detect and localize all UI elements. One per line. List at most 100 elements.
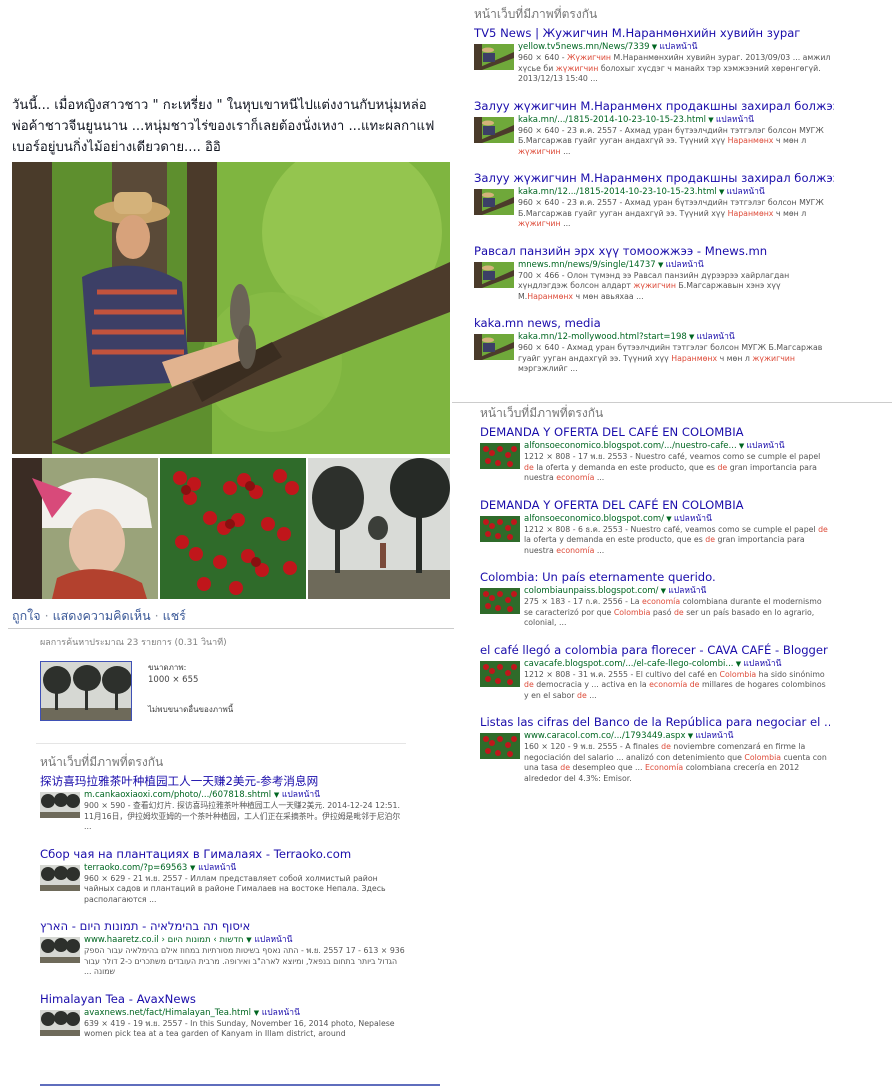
result-title-link[interactable]: DEMANDA Y OFERTA DEL CAFÉ EN COLOMBIA [480, 498, 830, 513]
caret-down-icon[interactable]: ▼ [687, 333, 697, 341]
result-url[interactable]: m.cankaoxiaoxi.com/photo/.../607818.shtm… [84, 790, 410, 801]
result-url[interactable]: alfonsoeconomico.blogspot.com/ ▼ แปลหน้า… [524, 514, 830, 525]
man-in-tree-photo [12, 162, 450, 454]
translate-link[interactable]: แปลหน้านี้ [747, 441, 785, 451]
translate-link[interactable]: แปลหน้านี้ [254, 935, 292, 945]
result-thumbnail[interactable] [480, 443, 520, 469]
result-title-link[interactable]: Залуу жүжигчин М.Наранмөнх продакшны зах… [474, 171, 834, 186]
caret-down-icon[interactable]: ▼ [734, 660, 744, 668]
result-url[interactable]: terraoko.com/?p=69563 ▼ แปลหน้านี้ [84, 863, 410, 874]
post-photo-coffee[interactable] [160, 458, 306, 599]
search-result: Залуу жүжигчин М.Наранмөнх продакшны зах… [474, 99, 834, 158]
result-title-link[interactable]: איסוף תה בהימלאיה - תמונות היום - הארץ [40, 919, 410, 934]
result-snippet: 960 × 640 - 23 ต.ค. 2557 - Ахмад уран бү… [518, 198, 824, 228]
translate-link[interactable]: แปลหน้านี้ [666, 260, 704, 270]
caret-down-icon[interactable]: ▼ [737, 442, 747, 450]
result-thumbnail[interactable] [40, 864, 80, 891]
divider [452, 402, 892, 403]
result-thumbnail[interactable] [474, 44, 514, 70]
result-thumbnail[interactable] [474, 334, 514, 360]
result-snippet: 1212 × 808 - 6 ธ.ค. 2553 - Nuestro café,… [524, 524, 828, 555]
result-title-link[interactable]: Сбор чая на плантациях в Гималаях - Terr… [40, 847, 410, 862]
caret-down-icon[interactable]: ▼ [685, 732, 695, 740]
result-title-link[interactable]: Listas las cifras del Banco de la Repúbl… [480, 715, 830, 730]
translate-link[interactable]: แปลหน้านี้ [659, 42, 697, 52]
search-result: DEMANDA Y OFERTA DEL CAFÉ EN COLOMBIA alf… [480, 498, 830, 557]
translate-link[interactable]: แปลหน้านี้ [674, 514, 712, 524]
result-thumbnail[interactable] [480, 733, 520, 759]
post-photo-main[interactable] [12, 162, 450, 454]
result-thumbnail[interactable] [480, 588, 520, 614]
result-url[interactable]: www.caracol.com.co/.../1793449.aspx ▼ แป… [524, 731, 830, 742]
search-result: kaka.mn news, media kaka.mn/12-mollywood.… [474, 316, 834, 375]
translate-link[interactable]: แปลหน้านี้ [282, 790, 320, 800]
result-title-link[interactable]: Colombia: Un país eternamente querido. [480, 570, 830, 585]
search-result: איסוף תה בהימלאיה - תמונות היום - הארץ w… [40, 919, 410, 978]
result-thumbnail[interactable] [40, 1009, 80, 1036]
divider [40, 1084, 440, 1086]
result-title-link[interactable]: el café llegó a colombia para florecer -… [480, 643, 830, 658]
result-url[interactable]: avaxnews.net/fact/Himalayan_Tea.html ▼ แ… [84, 1008, 410, 1019]
translate-link[interactable]: แปลหน้านี้ [743, 659, 781, 669]
result-title-link[interactable]: kaka.mn news, media [474, 316, 834, 331]
result-url[interactable]: kaka.mn/12-mollywood.html?start=198 ▼ แป… [518, 332, 834, 343]
social-post: วันนี้... เมื่อหญิงสาวชาว " กะเหรี่ยง " … [8, 90, 454, 638]
result-url[interactable]: colombiaunpaiss.blogspot.com/ ▼ แปลหน้าน… [524, 586, 830, 597]
result-url[interactable]: yellow.tv5news.mn/News/7339 ▼ แปลหน้านี้ [518, 42, 834, 53]
like-link[interactable]: ถูกใจ [12, 608, 41, 623]
result-title-link[interactable]: TV5 News | Жужигчин М.Наранмөнхийн хувий… [474, 26, 834, 41]
section-title: หน้าเว็บที่มีภาพที่ตรงกัน [474, 7, 598, 21]
translate-link[interactable]: แปลหน้านี้ [716, 115, 754, 125]
caret-down-icon[interactable]: ▼ [706, 116, 716, 124]
result-url[interactable]: cavacafe.blogspot.com/.../el-cafe-llego-… [524, 659, 830, 670]
result-url[interactable]: kaka.mn/.../1815-2014-10-23-10-15-23.htm… [518, 115, 834, 126]
translate-link[interactable]: แปลหน้านี้ [727, 187, 765, 197]
result-thumbnail[interactable] [474, 116, 514, 143]
result-snippet: 160 × 120 - 9 พ.ย. 2555 - A finales de n… [524, 742, 827, 783]
search-result: Himalayan Tea - AvaxNews avaxnews.net/fa… [40, 992, 410, 1046]
translate-link[interactable]: แปลหน้านี้ [262, 1008, 300, 1018]
comment-link[interactable]: แสดงความคิดเห็น [53, 608, 151, 623]
translate-link[interactable]: แปลหน้านี้ [198, 863, 236, 873]
separator-dot: · [44, 608, 49, 623]
result-title-link[interactable]: Himalayan Tea - AvaxNews [40, 992, 410, 1007]
post-actions: ถูกใจ · แสดงความคิดเห็น · แชร์ [12, 606, 186, 626]
search-result: DEMANDA Y OFERTA DEL CAFÉ EN COLOMBIA alf… [480, 425, 830, 484]
caret-down-icon[interactable]: ▼ [658, 587, 668, 595]
trees-thumbnail [41, 662, 131, 720]
translate-link[interactable]: แปลหน้านี้ [697, 332, 735, 342]
caret-down-icon[interactable]: ▼ [664, 515, 674, 523]
result-title-link[interactable]: Равсал панзийн эрх хүү томоожжээ - Mnews… [474, 244, 834, 259]
result-thumbnail[interactable] [480, 515, 520, 542]
post-photo-woman[interactable] [12, 458, 158, 599]
result-url[interactable]: alfonsoeconomico.blogspot.com/.../nuestr… [524, 441, 830, 452]
image-size-value: 1000 × 655 [148, 675, 199, 685]
query-image-thumbnail[interactable] [40, 661, 132, 721]
result-url[interactable]: www.haaretz.co.il › חדשות › תמונות היום … [84, 935, 410, 946]
result-thumbnail[interactable] [474, 189, 514, 215]
result-thumbnail[interactable] [40, 792, 80, 818]
result-thumbnail[interactable] [480, 660, 520, 687]
caret-down-icon[interactable]: ▼ [650, 43, 660, 51]
no-other-sizes: ไม่พบขนาดอื่นของภาพนี้ [148, 705, 234, 714]
result-title-link[interactable]: 探访喜玛拉雅茶叶种植园工人一天赚2美元-参考消息网 [40, 774, 410, 789]
result-snippet: 960 × 629 - 21 พ.ย. 2557 - Иллам предста… [84, 873, 386, 904]
search-result: Сбор чая на плантациях в Гималаях - Terr… [40, 847, 410, 906]
search-result: Равсал панзийн эрх хүү томоожжээ - Mnews… [474, 244, 834, 303]
translate-link[interactable]: แปลหน้านี้ [668, 586, 706, 596]
result-snippet: 936 × 613 - 17 พ.ย. 2557 - התה נאסף בשיט… [84, 946, 405, 976]
result-url[interactable]: kaka.mn/12.../1815-2014-10-23-10-15-23.h… [518, 187, 834, 198]
translate-link[interactable]: แปลหน้านี้ [695, 731, 733, 741]
left-results-section: หน้าเว็บที่มีภาพที่ตรงกัน 探访喜玛拉雅茶叶种植园工人一… [40, 754, 410, 1060]
result-thumbnail[interactable] [474, 261, 514, 288]
share-link[interactable]: แชร์ [163, 608, 186, 623]
result-snippet: 960 × 640 - 23 ต.ค. 2557 - Ахмад уран бү… [518, 125, 824, 156]
caret-down-icon[interactable]: ▼ [717, 188, 727, 196]
post-photo-trees[interactable] [308, 458, 450, 599]
result-title-link[interactable]: Залуу жүжигчин М.Наранмөнх продакшны зах… [474, 99, 834, 114]
result-thumbnail[interactable] [40, 937, 80, 963]
result-title-link[interactable]: DEMANDA Y OFERTA DEL CAFÉ EN COLOMBIA [480, 425, 830, 440]
search-result: el café llegó a colombia para florecer -… [480, 643, 830, 702]
result-url[interactable]: mnews.mn/news/9/single/14737 ▼ แปลหน้านี… [518, 260, 834, 271]
caret-down-icon[interactable]: ▼ [656, 261, 666, 269]
